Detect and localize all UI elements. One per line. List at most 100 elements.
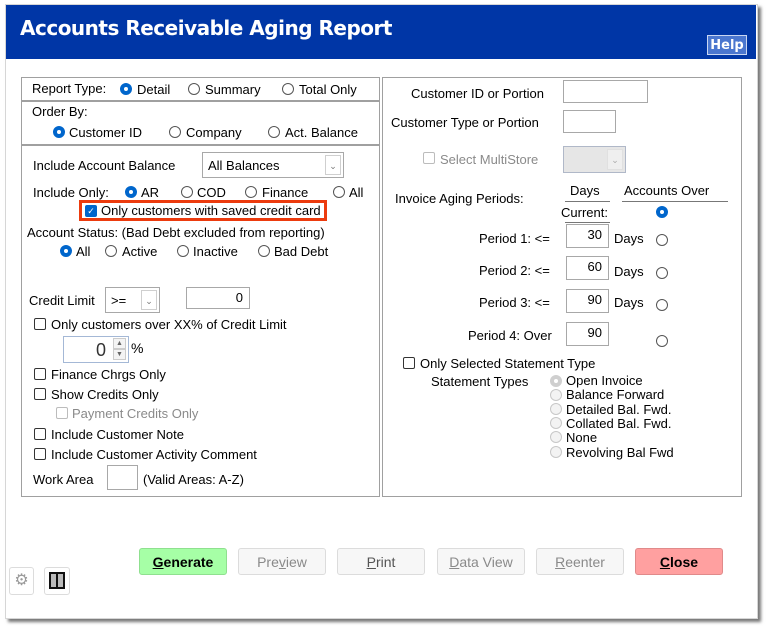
book-columns-icon: [49, 572, 65, 589]
data-view-button[interactable]: Data View: [437, 548, 525, 575]
customer-type-input[interactable]: [563, 110, 616, 133]
saved-credit-card-label[interactable]: Only customers with saved credit card: [101, 203, 321, 218]
statement-balance-forward-radio[interactable]: [550, 389, 562, 401]
order-by-balance-radio[interactable]: [268, 126, 280, 138]
period-3-input[interactable]: 90: [566, 289, 609, 313]
order-by-company-label[interactable]: Company: [186, 125, 242, 140]
accounts-over-period-1-radio[interactable]: [656, 234, 668, 246]
layout-button[interactable]: [44, 567, 70, 595]
status-inactive-label[interactable]: Inactive: [193, 244, 238, 259]
over-pct-checkbox[interactable]: [34, 318, 46, 330]
customer-note-checkbox[interactable]: [34, 428, 46, 440]
statement-none-label[interactable]: None: [566, 430, 597, 445]
work-area-hint: (Valid Areas: A-Z): [143, 472, 244, 487]
statement-open-invoice-radio[interactable]: [550, 375, 562, 387]
include-only-cod-label[interactable]: COD: [197, 185, 226, 200]
help-button[interactable]: Help: [707, 35, 747, 55]
credit-limit-label: Credit Limit: [29, 293, 95, 308]
selected-statement-label[interactable]: Only Selected Statement Type: [420, 356, 595, 371]
statement-revolving-radio[interactable]: [550, 446, 562, 458]
period-2-label: Period 2: <=: [479, 263, 550, 278]
accounts-over-period-2-radio[interactable]: [656, 267, 668, 279]
include-only-all-radio[interactable]: [333, 186, 345, 198]
report-type-summary-label[interactable]: Summary: [205, 82, 261, 97]
spin-up-icon[interactable]: ▲: [113, 338, 126, 349]
spin-down-icon[interactable]: ▼: [113, 349, 126, 360]
include-balance-select[interactable]: All Balances ⌄: [202, 152, 344, 178]
customer-id-input[interactable]: [563, 80, 648, 103]
account-status-label: Account Status: (Bad Debt excluded from …: [27, 225, 325, 240]
preview-button[interactable]: Preview: [238, 548, 326, 575]
show-credits-checkbox[interactable]: [34, 388, 46, 400]
statement-revolving-label[interactable]: Revolving Bal Fwd: [566, 445, 674, 460]
period-2-input[interactable]: 60: [566, 256, 609, 280]
over-pct-label[interactable]: Only customers over XX% of Credit Limit: [51, 317, 287, 332]
include-balance-label: Include Account Balance: [33, 158, 176, 173]
statement-none-radio[interactable]: [550, 431, 562, 443]
payment-credits-label[interactable]: Payment Credits Only: [72, 406, 198, 421]
status-inactive-radio[interactable]: [177, 245, 189, 257]
status-bad-debt-label[interactable]: Bad Debt: [274, 244, 328, 259]
reenter-button[interactable]: Reenter: [536, 548, 624, 575]
include-only-ar-radio[interactable]: [125, 186, 137, 198]
customer-note-label[interactable]: Include Customer Note: [51, 427, 184, 442]
payment-credits-checkbox[interactable]: [56, 407, 68, 419]
statement-collated-bal-label[interactable]: Collated Bal. Fwd.: [566, 416, 672, 431]
data-view-label-post: ata View: [459, 554, 513, 570]
include-only-finance-radio[interactable]: [245, 186, 257, 198]
accounts-over-period-3-radio[interactable]: [656, 299, 668, 311]
print-label-post: rint: [375, 554, 396, 570]
report-type-total-only-radio[interactable]: [282, 83, 294, 95]
customer-type-label: Customer Type or Portion: [391, 115, 539, 130]
saved-credit-card-checkbox[interactable]: ✓: [85, 205, 97, 217]
activity-comment-label[interactable]: Include Customer Activity Comment: [51, 447, 257, 462]
include-only-cod-radio[interactable]: [181, 186, 193, 198]
include-only-finance-label[interactable]: Finance: [262, 185, 308, 200]
multistore-select[interactable]: ⌄: [563, 146, 626, 173]
order-by-customer-id-radio[interactable]: [53, 126, 65, 138]
order-by-customer-id-label[interactable]: Customer ID: [69, 125, 142, 140]
chevron-down-icon: ⌄: [141, 290, 157, 310]
settings-button[interactable]: ⚙: [9, 567, 34, 595]
status-all-radio[interactable]: [60, 245, 72, 257]
report-type-detail-label[interactable]: Detail: [137, 82, 170, 97]
report-type-detail-radio[interactable]: [120, 83, 132, 95]
credit-limit-operator-select[interactable]: >= ⌄: [105, 287, 160, 313]
finance-chrgs-checkbox[interactable]: [34, 368, 46, 380]
report-type-label: Report Type:: [32, 81, 107, 96]
activity-comment-checkbox[interactable]: [34, 448, 46, 460]
generate-button[interactable]: Generate: [139, 548, 227, 575]
report-type-summary-radio[interactable]: [188, 83, 200, 95]
print-button[interactable]: Print: [337, 548, 425, 575]
include-only-all-label[interactable]: All: [349, 185, 363, 200]
status-all-label[interactable]: All: [76, 244, 90, 259]
period-3-label: Period 3: <=: [479, 295, 550, 310]
status-active-radio[interactable]: [105, 245, 117, 257]
include-only-label: Include Only:: [33, 185, 109, 200]
show-credits-label[interactable]: Show Credits Only: [51, 387, 159, 402]
include-only-ar-label[interactable]: AR: [141, 185, 159, 200]
finance-chrgs-label[interactable]: Finance Chrgs Only: [51, 367, 166, 382]
accounts-over-period-4-radio[interactable]: [656, 335, 668, 347]
statement-types-label: Statement Types: [431, 374, 529, 389]
multistore-checkbox[interactable]: [423, 152, 435, 164]
statement-open-invoice-label[interactable]: Open Invoice: [566, 373, 643, 388]
period-1-input[interactable]: 30: [566, 224, 609, 248]
work-area-input[interactable]: [107, 465, 138, 490]
credit-limit-input[interactable]: 0: [186, 287, 250, 309]
accounts-over-current-radio[interactable]: [656, 206, 668, 218]
period-4-input[interactable]: 90: [566, 322, 609, 346]
statement-balance-forward-label[interactable]: Balance Forward: [566, 387, 664, 402]
statement-collated-bal-radio[interactable]: [550, 417, 562, 429]
statement-detailed-bal-label[interactable]: Detailed Bal. Fwd.: [566, 402, 672, 417]
statement-detailed-bal-radio[interactable]: [550, 403, 562, 415]
status-bad-debt-radio[interactable]: [258, 245, 270, 257]
order-by-balance-label[interactable]: Act. Balance: [285, 125, 358, 140]
selected-statement-checkbox[interactable]: [403, 357, 415, 369]
multistore-label[interactable]: Select MultiStore: [440, 152, 538, 167]
report-type-total-only-label[interactable]: Total Only: [299, 82, 357, 97]
status-active-label[interactable]: Active: [122, 244, 157, 259]
order-by-company-radio[interactable]: [169, 126, 181, 138]
gear-icon: ⚙: [14, 572, 29, 589]
close-button[interactable]: Close: [635, 548, 723, 575]
